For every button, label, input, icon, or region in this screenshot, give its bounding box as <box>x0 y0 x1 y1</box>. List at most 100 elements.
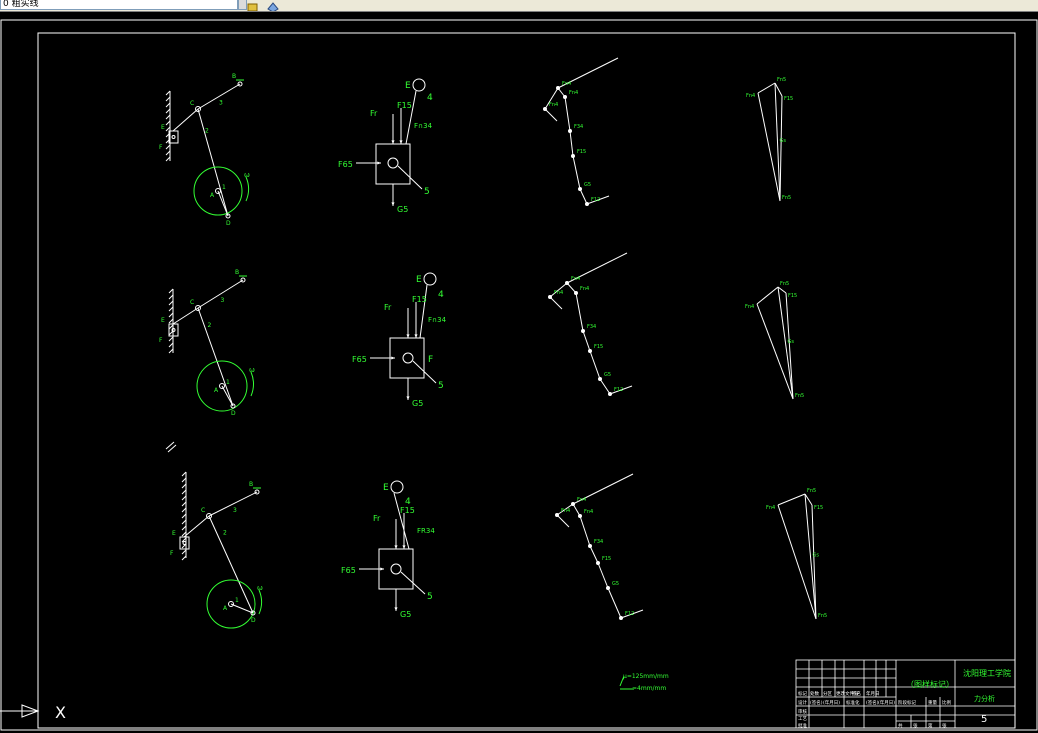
title-cell: 共 <box>898 722 903 729</box>
label-3: 3 <box>233 507 237 514</box>
polygon-edge <box>572 503 581 517</box>
polygon-edge <box>607 587 622 619</box>
ball-e <box>423 272 437 286</box>
ground-hatch <box>165 144 171 150</box>
label-5: 5 <box>427 592 433 602</box>
polygon-node <box>581 329 585 333</box>
polygon-node <box>565 281 569 285</box>
title-cell: 标记 <box>798 690 807 697</box>
label-c: C <box>201 507 205 514</box>
force-polygon: Fn4Fn4Fn4F34F15G5F12 <box>548 252 633 396</box>
label-f: F <box>159 337 163 344</box>
label-c: C <box>190 100 194 107</box>
ground-hatch <box>181 555 187 561</box>
arrowhead <box>391 202 395 206</box>
triangle-edge <box>777 493 806 506</box>
title-cell: 工艺 <box>798 716 807 722</box>
polygon-label: F15 <box>577 149 586 155</box>
triangle-edge <box>757 82 776 94</box>
polygon-edge <box>549 296 563 310</box>
label-3: 3 <box>221 297 225 304</box>
label-fr: Fr <box>370 109 378 118</box>
layer-dropdown[interactable]: 0 粗实线 <box>0 0 238 10</box>
layer-state-icon[interactable] <box>246 0 260 11</box>
label-2: 2 <box>205 128 209 135</box>
triangle-label: Fn5 <box>795 393 804 399</box>
ground-hatch <box>168 288 174 294</box>
polygon-label: Fn4 <box>569 90 578 96</box>
polygon-label: Fn4 <box>562 81 571 87</box>
drawing-name: 力分析 <box>974 694 995 703</box>
polygon-label: G5 <box>584 182 591 188</box>
label-e: E <box>383 483 389 493</box>
label-g5: G5 <box>400 610 411 619</box>
polygon-edge <box>579 515 591 547</box>
polygon-edge <box>599 378 611 395</box>
free-body-diagram: E 4 Fr F15 F∩34 F65 G5 5 <box>338 78 433 214</box>
polygon-edge <box>544 108 558 122</box>
polygon-node <box>543 107 547 111</box>
polygon-edge <box>582 330 591 352</box>
polygon-node <box>568 129 572 133</box>
title-cell: 年月日 <box>866 690 880 697</box>
title-cell: (年月日) <box>878 699 895 706</box>
ground-hatch <box>168 312 174 318</box>
force-triangle: Fn4 Fn5 F15 Gs Fn5 <box>746 77 793 202</box>
label-2: 2 <box>223 530 227 537</box>
polygon-label: Fn4 <box>561 508 570 514</box>
ground-hatch <box>165 156 171 162</box>
polygon-label: F12 <box>614 387 623 393</box>
polygon-label: Fn4 <box>549 102 558 108</box>
arrowhead <box>394 545 398 549</box>
label-f: F <box>428 355 433 365</box>
polygon-node <box>585 202 589 206</box>
label-5: 5 <box>424 187 430 197</box>
link-4 <box>183 515 210 538</box>
ground-hatch <box>181 501 187 507</box>
label-d: D <box>251 617 256 624</box>
block-hole <box>387 157 399 169</box>
polygon-edge <box>597 562 609 589</box>
slider-pin <box>182 541 187 545</box>
ball-e <box>390 480 404 494</box>
drawing-canvas[interactable]: BC 32ADEFω1E4FrF15F∩34F65G55Fn4Fn4Fn4F34F… <box>0 11 1038 733</box>
polygon-edge <box>556 514 570 528</box>
ground-hatch <box>168 336 174 342</box>
label-5: 5 <box>438 381 444 391</box>
polygon-edge <box>589 350 601 380</box>
arrowhead <box>377 161 381 165</box>
triangle-edge <box>757 92 781 202</box>
block-hole <box>390 563 402 575</box>
scale-note: μ=125mm/mm =4mm/mm <box>619 673 669 692</box>
label-a: A <box>223 605 228 612</box>
label-f15: F15 <box>412 295 427 304</box>
scale-note-line1: μ=125mm/mm <box>623 673 669 680</box>
polygon-label: Fn4 <box>584 509 593 515</box>
force-polygon: Fn4Fn4Fn4F34F15G5F12 <box>555 473 644 620</box>
arrowhead <box>406 396 410 400</box>
title-cell: 第 <box>928 722 933 729</box>
polygon-label: F15 <box>602 556 611 562</box>
polygon-label: F34 <box>594 539 603 545</box>
free-body-diagram: E 4 Fr F15 F∩34 F65 G5 5 F <box>352 272 447 408</box>
title-cell: 设计 <box>798 699 807 706</box>
link-4 <box>172 307 199 325</box>
label-omega: ω <box>257 584 263 592</box>
polygon-node <box>578 187 582 191</box>
ground-hatch <box>168 318 174 324</box>
triangle-label: Fn5 <box>807 488 816 494</box>
label-omega: ω <box>244 171 250 179</box>
title-cell: 分区 <box>823 690 832 697</box>
label-e: E <box>161 124 165 131</box>
arrowhead <box>391 356 395 360</box>
free-body-diagram: E4FrF15FR34F65G55 <box>341 480 435 619</box>
label-f65: F65 <box>352 355 367 364</box>
arrowhead <box>391 140 395 144</box>
ground-hatch <box>181 525 187 531</box>
polygon-label: Fn4 <box>577 497 586 503</box>
force-triangle: Fn4 Fn5 F15 Gs Fn5 <box>745 281 804 400</box>
slider-pin <box>171 135 176 139</box>
polygon-edge <box>589 545 599 564</box>
ground-hatch <box>165 90 171 96</box>
layer-props-icon[interactable] <box>266 0 280 11</box>
